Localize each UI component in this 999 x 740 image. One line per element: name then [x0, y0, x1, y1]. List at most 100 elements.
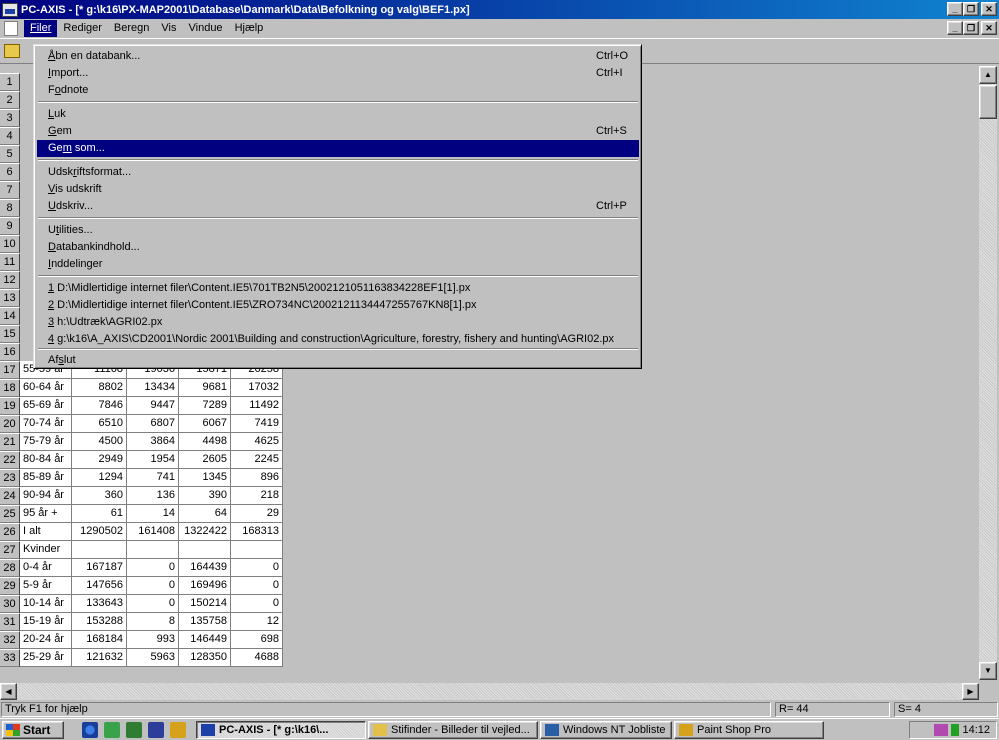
scroll-down-button[interactable]: ▼	[979, 662, 997, 680]
row-number[interactable]: 33	[0, 649, 20, 667]
menu-item-4-g-k16-a-axis-cd2001-nordic-2[interactable]: 4 g:\k16\A_AXIS\CD2001\Nordic 2001\Build…	[37, 331, 639, 348]
powerpoint-icon[interactable]	[148, 722, 164, 738]
data-cell[interactable]: 4498	[179, 433, 231, 451]
data-cell[interactable]: 14	[127, 505, 179, 523]
data-cell[interactable]: 2949	[72, 451, 127, 469]
data-cell[interactable]	[72, 541, 127, 559]
row-number[interactable]: 32	[0, 631, 20, 649]
data-cell[interactable]: 7289	[179, 397, 231, 415]
scroll-right-button[interactable]: ▶	[962, 683, 979, 700]
row-label-cell[interactable]: 15-19 år	[20, 613, 72, 631]
data-cell[interactable]: 121632	[72, 649, 127, 667]
row-number[interactable]: 13	[0, 289, 20, 307]
vertical-scrollbar[interactable]: ▲ ▼	[979, 66, 997, 680]
outlook-express-icon[interactable]	[104, 722, 120, 738]
row-number[interactable]: 28	[0, 559, 20, 577]
data-cell[interactable]: 0	[127, 559, 179, 577]
data-cell[interactable]: 150214	[179, 595, 231, 613]
menu-hjaelp[interactable]: Hjælp	[229, 20, 270, 37]
row-number[interactable]: 14	[0, 307, 20, 325]
data-cell[interactable]: 6807	[127, 415, 179, 433]
row-number[interactable]: 20	[0, 415, 20, 433]
paint-shop-quicklaunch-icon[interactable]	[170, 722, 186, 738]
scroll-up-button[interactable]: ▲	[979, 66, 997, 84]
excel-icon[interactable]	[126, 722, 142, 738]
row-number[interactable]: 15	[0, 325, 20, 343]
data-cell[interactable]: 6067	[179, 415, 231, 433]
maximize-button[interactable]: ❐	[963, 2, 979, 16]
data-cell[interactable]	[179, 541, 231, 559]
row-number[interactable]: 9	[0, 217, 20, 235]
data-cell[interactable]	[127, 541, 179, 559]
menu-item-luk[interactable]: Luk	[37, 106, 639, 123]
row-label-cell[interactable]: I alt	[20, 523, 72, 541]
data-cell[interactable]: 169496	[179, 577, 231, 595]
data-cell[interactable]: 4500	[72, 433, 127, 451]
menu-item-afslut[interactable]: Afslut	[37, 352, 639, 369]
data-cell[interactable]: 4688	[231, 649, 283, 667]
row-number[interactable]: 21	[0, 433, 20, 451]
data-cell[interactable]: 2245	[231, 451, 283, 469]
menu-item-fodnote[interactable]: Fodnote	[37, 82, 639, 99]
menu-item-udskriftsformat[interactable]: Udskriftsformat...	[37, 164, 639, 181]
menu-item-2-d-midlertidige-internet-file[interactable]: 2 D:\Midlertidige internet filer\Content…	[37, 297, 639, 314]
horizontal-scrollbar[interactable]: ◀ ▶	[0, 683, 979, 700]
data-cell[interactable]: 0	[231, 595, 283, 613]
data-cell[interactable]: 3864	[127, 433, 179, 451]
data-cell[interactable]: 896	[231, 469, 283, 487]
row-number[interactable]: 29	[0, 577, 20, 595]
data-cell[interactable]: 1322422	[179, 523, 231, 541]
row-label-cell[interactable]: 95 år +	[20, 505, 72, 523]
tray-app-icon[interactable]	[934, 724, 949, 736]
internet-explorer-icon[interactable]	[82, 722, 98, 738]
menu-rediger[interactable]: Rediger	[57, 20, 108, 37]
data-cell[interactable]: 164439	[179, 559, 231, 577]
data-cell[interactable]: 1954	[127, 451, 179, 469]
menu-item-databankindhold[interactable]: Databankindhold...	[37, 239, 639, 256]
task-nt-jobliste[interactable]: Windows NT Jobliste	[540, 721, 672, 739]
data-cell[interactable]: 8802	[72, 379, 127, 397]
row-number[interactable]: 4	[0, 127, 20, 145]
data-cell[interactable]: 5963	[127, 649, 179, 667]
row-number[interactable]: 18	[0, 379, 20, 397]
row-label-cell[interactable]: 10-14 år	[20, 595, 72, 613]
data-cell[interactable]: 0	[231, 559, 283, 577]
data-cell[interactable]: 147656	[72, 577, 127, 595]
menu-beregn[interactable]: Beregn	[108, 20, 155, 37]
menu-item-3-h-udtræk-agri02-px[interactable]: 3 h:\Udtræk\AGRI02.px	[37, 314, 639, 331]
row-number[interactable]: 22	[0, 451, 20, 469]
row-label-cell[interactable]: 0-4 år	[20, 559, 72, 577]
row-label-cell[interactable]: 90-94 år	[20, 487, 72, 505]
row-label-cell[interactable]: 60-64 år	[20, 379, 72, 397]
doc-restore-button[interactable]: ❐	[963, 21, 979, 35]
data-cell[interactable]: 61	[72, 505, 127, 523]
row-label-cell[interactable]: 75-79 år	[20, 433, 72, 451]
data-cell[interactable]: 1290502	[72, 523, 127, 541]
vertical-scroll-thumb[interactable]	[979, 85, 997, 119]
data-cell[interactable]: 390	[179, 487, 231, 505]
data-cell[interactable]: 136	[127, 487, 179, 505]
row-label-cell[interactable]: 65-69 år	[20, 397, 72, 415]
row-number[interactable]: 23	[0, 469, 20, 487]
row-number[interactable]: 26	[0, 523, 20, 541]
tray-status-icon[interactable]	[951, 724, 960, 736]
data-cell[interactable]: 1345	[179, 469, 231, 487]
pc-axis-app-icon[interactable]	[2, 2, 18, 17]
data-cell[interactable]: 64	[179, 505, 231, 523]
data-cell[interactable]: 168313	[231, 523, 283, 541]
data-cell[interactable]: 7846	[72, 397, 127, 415]
menu-vindue[interactable]: Vindue	[183, 20, 229, 37]
row-number[interactable]: 24	[0, 487, 20, 505]
row-number[interactable]: 8	[0, 199, 20, 217]
data-cell[interactable]: 2605	[179, 451, 231, 469]
data-cell[interactable]: 153288	[72, 613, 127, 631]
row-number[interactable]: 25	[0, 505, 20, 523]
data-cell[interactable]: 17032	[231, 379, 283, 397]
data-cell[interactable]: 12	[231, 613, 283, 631]
row-label-cell[interactable]: 25-29 år	[20, 649, 72, 667]
data-cell[interactable]: 0	[231, 577, 283, 595]
row-label-cell[interactable]: 80-84 år	[20, 451, 72, 469]
data-cell[interactable]: 133643	[72, 595, 127, 613]
data-cell[interactable]: 9447	[127, 397, 179, 415]
row-number[interactable]: 16	[0, 343, 20, 361]
